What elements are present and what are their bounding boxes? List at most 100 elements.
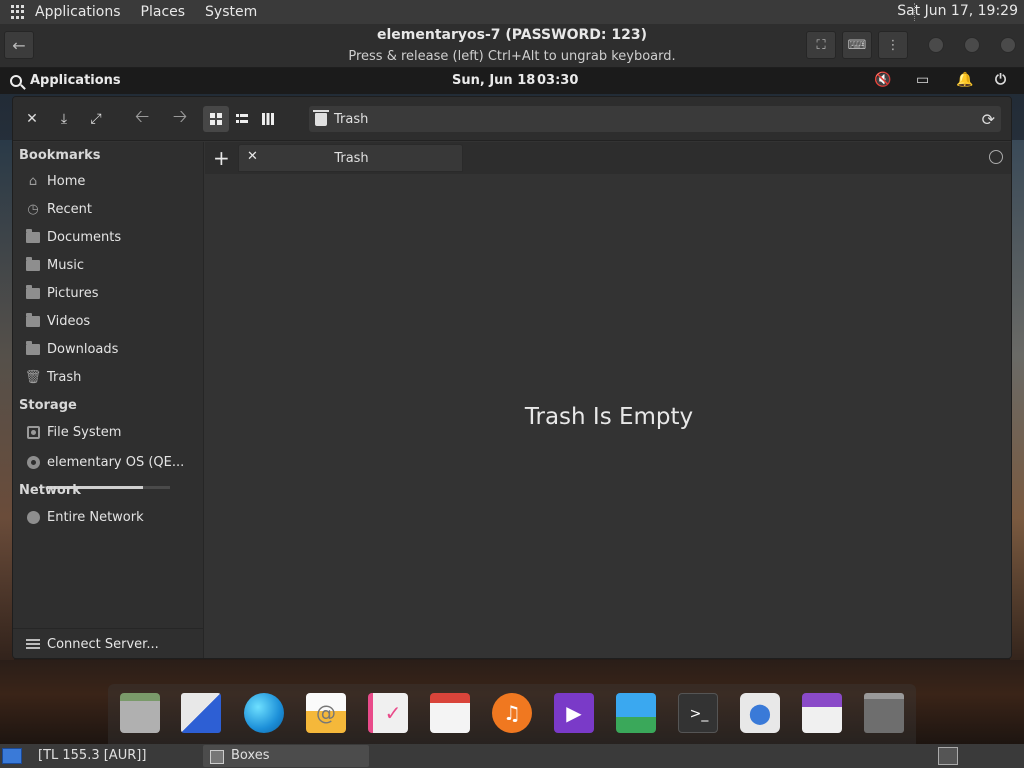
recent-icon: ◷ xyxy=(27,201,39,217)
storage-heading: Storage xyxy=(19,398,77,413)
sidebar-item-label: Trash xyxy=(47,369,82,385)
column-view-button[interactable] xyxy=(255,106,281,132)
sidebar-item-label: Downloads xyxy=(47,341,119,357)
guest-time[interactable]: 03:30 xyxy=(537,73,578,88)
reload-icon[interactable]: ⟳ xyxy=(982,110,995,129)
dock-tasks-icon[interactable]: ✓ xyxy=(368,693,408,733)
taskbar-item-terminal[interactable]: [TL 155.3 [AUR]] xyxy=(38,748,146,763)
optical-disc-icon xyxy=(26,455,40,469)
view-mode-switcher xyxy=(203,106,283,132)
sidebar-item-optical-disc[interactable]: elementary OS (QE... xyxy=(13,449,204,475)
host-menubar: Applications Places System Sat Jun 17, 1… xyxy=(0,0,1024,24)
dock-photos-icon[interactable] xyxy=(616,693,656,733)
dock-videos-icon[interactable]: ▶ xyxy=(554,693,594,733)
list-view-icon xyxy=(236,114,248,123)
sound-muted-icon[interactable]: 🔇 xyxy=(874,72,891,88)
sidebar-item-label: Videos xyxy=(47,313,91,329)
host-clock[interactable]: Sat Jun 17, 19:29 xyxy=(897,3,1018,19)
sidebar-item-downloads[interactable]: Downloads xyxy=(13,336,204,362)
column-view-icon xyxy=(262,113,274,125)
host-menu-places[interactable]: Places xyxy=(141,4,186,20)
grid-view-button[interactable] xyxy=(203,106,229,132)
sidebar-item-file-system[interactable]: File System xyxy=(13,419,204,445)
file-view[interactable]: Trash Is Empty xyxy=(205,174,1011,658)
history-icon[interactable] xyxy=(989,150,1003,164)
forward-arrow-icon[interactable]: 🡢 xyxy=(171,106,189,128)
menu-button[interactable]: ⋮ xyxy=(878,31,908,59)
tab-trash[interactable]: ✕ Trash xyxy=(238,144,463,172)
download-icon[interactable]: ⤓ xyxy=(55,110,73,128)
home-icon: ⌂ xyxy=(28,173,38,189)
minimize-button[interactable] xyxy=(928,37,944,53)
folder-icon xyxy=(26,256,40,271)
empty-message: Trash Is Empty xyxy=(524,404,694,430)
folder-icon xyxy=(26,284,40,299)
sidebar-item-trash[interactable]: 🗑 Trash xyxy=(13,364,204,390)
sidebar-item-entire-network[interactable]: Entire Network xyxy=(13,504,204,530)
folder-icon xyxy=(26,228,40,243)
fullscreen-icon: ⛶ xyxy=(816,37,826,53)
kebab-menu-icon: ⋮ xyxy=(886,37,900,53)
close-window-button[interactable] xyxy=(1000,37,1016,53)
fullscreen-icon[interactable]: ⤢ xyxy=(87,110,105,128)
guest-applications-menu[interactable]: Applications xyxy=(10,73,121,88)
wallpaper-right xyxy=(1010,140,1024,680)
drive-icon xyxy=(26,425,40,439)
sidebar-item-label: Music xyxy=(47,257,84,273)
sidebar-item-music[interactable]: Music xyxy=(13,252,204,278)
guest-date[interactable]: Sun, Jun 18 xyxy=(452,73,535,88)
sidebar-item-recent[interactable]: ◷ Recent xyxy=(13,196,204,222)
display-icon[interactable]: ▭ xyxy=(916,72,929,88)
host-taskbar: [TL 155.3 [AUR]] Boxes xyxy=(0,744,1024,768)
network-heading: Network xyxy=(19,483,81,498)
workspace-switcher-icon[interactable] xyxy=(938,747,958,765)
host-menu-system[interactable]: System xyxy=(205,4,257,20)
taskbar-item-boxes[interactable]: Boxes xyxy=(203,745,369,767)
app-grid-icon[interactable] xyxy=(11,5,25,19)
list-view-button[interactable] xyxy=(229,106,255,132)
server-icon xyxy=(26,638,40,651)
search-icon xyxy=(10,74,22,87)
path-bar[interactable]: Trash ⟳ xyxy=(309,106,1001,132)
show-desktop-icon[interactable] xyxy=(2,748,22,764)
connect-server-label: Connect Server... xyxy=(47,637,159,652)
sidebar-item-documents[interactable]: Documents xyxy=(13,224,204,250)
sidebar-item-videos[interactable]: Videos xyxy=(13,308,204,334)
dock-calendar-icon[interactable] xyxy=(430,693,470,733)
trash-icon xyxy=(313,109,329,126)
dock-trash-icon[interactable] xyxy=(864,693,904,733)
dock-web-browser-icon[interactable] xyxy=(244,693,284,733)
dock-app-center-icon[interactable] xyxy=(802,693,842,733)
bookmarks-heading: Bookmarks xyxy=(19,148,101,163)
boxes-header: ← elementaryos-7 (PASSWORD: 123) Press &… xyxy=(0,24,1024,68)
folder-icon xyxy=(26,340,40,355)
connect-server-button[interactable]: Connect Server... xyxy=(13,628,204,658)
host-menu-applications[interactable]: Applications xyxy=(35,4,121,20)
power-icon[interactable]: ⏻ xyxy=(995,72,1006,88)
dock-music-icon[interactable]: ♫ xyxy=(492,693,532,733)
path-label: Trash xyxy=(334,111,369,127)
dock-files-icon[interactable] xyxy=(120,693,160,733)
keyboard-button[interactable]: ⌨ xyxy=(842,31,872,59)
dock-multitasking-icon[interactable] xyxy=(181,693,221,733)
tab-bar: + ✕ Trash xyxy=(205,142,1011,174)
fullscreen-button[interactable]: ⛶ xyxy=(806,31,836,59)
back-arrow-icon[interactable]: 🡠 xyxy=(133,106,151,128)
notifications-icon[interactable]: 🔔 xyxy=(956,72,973,88)
dock-terminal-icon[interactable]: >_ xyxy=(678,693,718,733)
sidebar-item-label: File System xyxy=(47,424,122,440)
close-icon[interactable]: ✕ xyxy=(23,110,41,128)
dock-settings-icon[interactable]: ⬤ xyxy=(740,693,780,733)
sidebar-item-label: Recent xyxy=(47,201,92,217)
maximize-button[interactable] xyxy=(964,37,980,53)
trash-icon: 🗑 xyxy=(24,369,42,385)
dock-mail-icon[interactable]: @ xyxy=(306,693,346,733)
sidebar-item-pictures[interactable]: Pictures xyxy=(13,280,204,306)
sidebar-item-label: Entire Network xyxy=(47,509,144,525)
new-tab-icon[interactable]: + xyxy=(213,146,230,170)
tab-label: Trash xyxy=(334,151,369,166)
grid-view-icon xyxy=(210,113,222,125)
sidebar-item-label: Pictures xyxy=(47,285,99,301)
file-manager-toolbar: ✕ ⤓ ⤢ 🡠 🡢 Trash ⟳ xyxy=(13,97,1011,141)
sidebar-item-home[interactable]: ⌂ Home xyxy=(13,168,204,194)
